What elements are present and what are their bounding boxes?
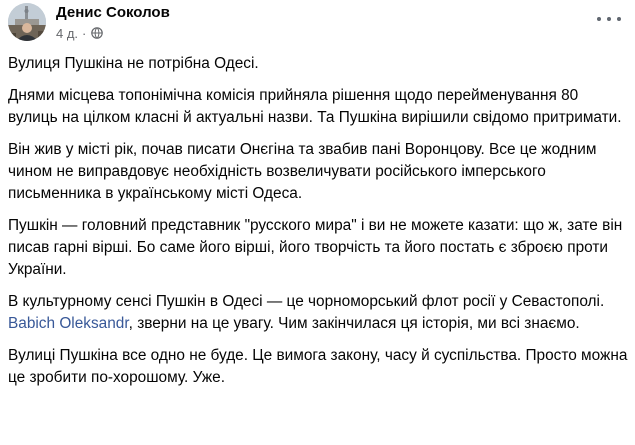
author-name[interactable]: Денис Соколов — [56, 4, 170, 21]
more-dot — [597, 17, 601, 21]
post-paragraph: Вулиця Пушкіна не потрібна Одесі. — [8, 55, 259, 72]
avatar[interactable] — [8, 3, 46, 41]
facebook-post: Денис Соколов 4 д. · Вулиця Пушкіна не п… — [0, 0, 635, 445]
globe-icon[interactable] — [91, 27, 104, 39]
post-timestamp[interactable]: 4 д. — [56, 26, 78, 41]
meta-separator: · — [82, 25, 87, 41]
post-paragraph: Вулиці Пушкіна все одно не буде. Це вимо… — [8, 347, 628, 386]
more-dot — [607, 17, 611, 21]
post-paragraph: Він жив у місті рік, почав писати Онєгін… — [8, 141, 597, 202]
more-options-icon[interactable] — [597, 12, 621, 26]
more-dot — [617, 17, 621, 21]
avatar-photo — [8, 3, 46, 41]
post-meta: 4 д. · — [56, 25, 104, 41]
post-paragraph: В культурному сенсі Пушкін в Одесі — це … — [8, 291, 628, 335]
paragraph-text: , зверни на це увагу. Чим закінчилася ця… — [128, 315, 580, 332]
post-paragraph: Пушкін — головний представник "русского … — [8, 217, 623, 278]
paragraph-text: В культурному сенсі Пушкін в Одесі — це … — [8, 293, 605, 310]
user-mention-link[interactable]: Babich Oleksandr — [8, 315, 129, 332]
post-text: Вулиця Пушкіна не потрібна Одесі. Днями … — [8, 53, 628, 389]
post-paragraph: Днями місцева топонімічна комісія прийня… — [8, 87, 622, 126]
